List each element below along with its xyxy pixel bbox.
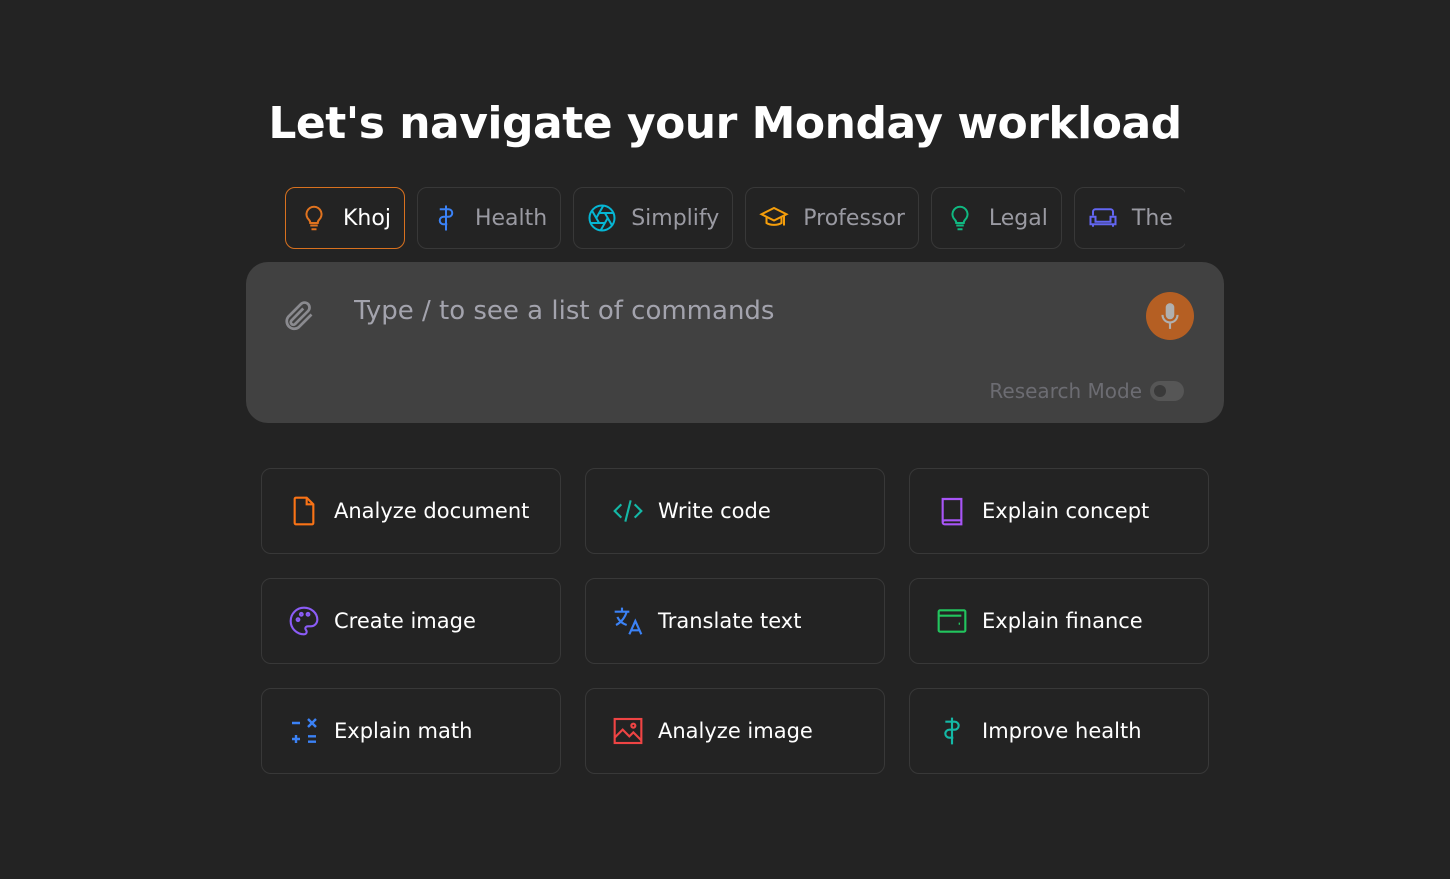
card-analyze-document[interactable]: Analyze document xyxy=(261,468,561,554)
tab-label: Health xyxy=(474,205,548,231)
suggestion-cards: Analyze document Write code Explain conc… xyxy=(261,468,1209,774)
research-mode-label: Research Mode xyxy=(989,379,1142,403)
file-icon xyxy=(293,496,315,526)
tab-label: Khoj xyxy=(343,205,391,231)
tab-label: Professor xyxy=(803,205,905,231)
card-improve-health[interactable]: Improve health xyxy=(909,688,1209,774)
lightbulb-icon xyxy=(305,205,323,231)
card-explain-math[interactable]: Explain math xyxy=(261,688,561,774)
math-operations-icon xyxy=(292,718,317,743)
tab-simplify[interactable]: Simplify xyxy=(573,187,734,249)
palette-icon xyxy=(289,606,319,636)
card-label: Explain concept xyxy=(982,499,1150,523)
card-label: Analyze image xyxy=(658,719,813,743)
caduceus-icon xyxy=(944,717,960,745)
card-translate-text[interactable]: Translate text xyxy=(585,578,885,664)
lightbulb-icon xyxy=(951,205,969,231)
microphone-button[interactable] xyxy=(1146,292,1194,340)
tab-khoj[interactable]: Khoj xyxy=(285,187,405,249)
image-icon xyxy=(613,717,643,745)
research-mode: Research Mode xyxy=(989,379,1184,403)
card-label: Explain finance xyxy=(982,609,1143,633)
tab-label: Legal xyxy=(988,205,1048,231)
card-explain-finance[interactable]: Explain finance xyxy=(909,578,1209,664)
card-label: Explain math xyxy=(334,719,473,743)
couch-icon xyxy=(1089,208,1117,227)
card-label: Analyze document xyxy=(334,499,530,523)
card-analyze-image[interactable]: Analyze image xyxy=(585,688,885,774)
tab-legal[interactable]: Legal xyxy=(930,187,1062,249)
chat-input-box: Research Mode xyxy=(246,262,1224,423)
card-explain-concept[interactable]: Explain concept xyxy=(909,468,1209,554)
card-write-code[interactable]: Write code xyxy=(585,468,885,554)
card-label: Translate text xyxy=(658,609,802,633)
card-label: Write code xyxy=(658,499,771,523)
code-icon xyxy=(613,500,643,522)
paperclip-icon[interactable] xyxy=(280,296,316,336)
research-mode-toggle[interactable] xyxy=(1150,381,1184,401)
tab-the[interactable]: The xyxy=(1073,187,1185,249)
page-title: Let's navigate your Monday workload xyxy=(268,98,1182,149)
book-icon xyxy=(941,497,963,526)
card-create-image[interactable]: Create image xyxy=(261,578,561,664)
microphone-icon xyxy=(1161,303,1179,329)
tab-label: Simplify xyxy=(631,205,720,231)
aperture-icon xyxy=(588,204,616,232)
card-label: Improve health xyxy=(982,719,1142,743)
wallet-icon xyxy=(937,609,967,633)
agent-tabs: Khoj Health Simplify Professor Legal The xyxy=(285,187,1185,249)
graduation-cap-icon xyxy=(759,206,790,226)
translate-icon xyxy=(614,607,643,635)
tab-label: The xyxy=(1131,205,1173,231)
tab-health[interactable]: Health xyxy=(416,187,562,249)
card-label: Create image xyxy=(334,609,476,633)
caduceus-icon xyxy=(438,205,454,231)
tab-professor[interactable]: Professor xyxy=(745,187,919,249)
chat-input[interactable] xyxy=(354,296,1114,326)
